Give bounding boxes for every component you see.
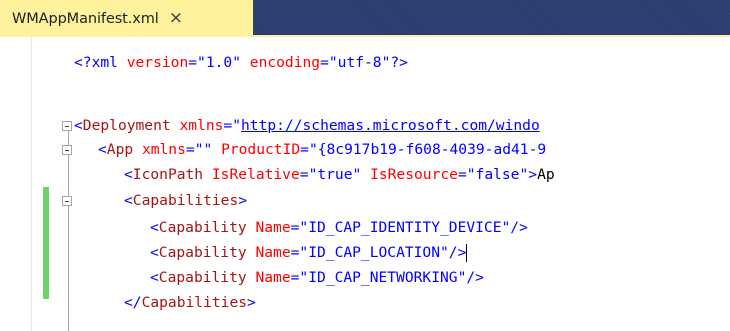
code-editor[interactable]: <?xml version="1.0" encoding="utf-8"?> <… <box>0 37 730 331</box>
code-line-capabilities-close: </Capabilities> <box>124 294 256 311</box>
code-line-app: <App xmlns="" ProductID="{8c917b19-f608-… <box>98 141 547 158</box>
code-line-capability: <Capability Name="ID_CAP_IDENTITY_DEVICE… <box>150 219 528 236</box>
text-caret <box>466 244 468 262</box>
code-line-xml-declaration: <?xml version="1.0" encoding="utf-8"?> <box>74 54 408 71</box>
tab-title: WMAppManifest.xml <box>12 10 159 27</box>
code-line-deployment: <Deployment xmlns="http://schemas.micros… <box>74 117 540 134</box>
fold-guide-line <box>68 129 69 331</box>
gutter-divider <box>31 37 32 331</box>
tab-wmappmanifest[interactable]: WMAppManifest.xml × <box>0 0 253 37</box>
fold-collapse-icon[interactable] <box>62 196 72 206</box>
change-marker <box>43 187 49 299</box>
schema-link[interactable]: http://schemas.microsoft.com/windo <box>241 117 540 134</box>
fold-collapse-icon[interactable] <box>62 145 72 155</box>
close-icon[interactable]: × <box>169 10 183 27</box>
code-line-capability: <Capability Name="ID_CAP_NETWORKING"/> <box>150 269 484 286</box>
code-line-capability: <Capability Name="ID_CAP_LOCATION"/> <box>150 244 468 262</box>
code-line-iconpath: <IconPath IsRelative="true" IsResource="… <box>124 166 555 183</box>
fold-collapse-icon[interactable] <box>62 121 72 131</box>
code-line-capabilities-open: <Capabilities> <box>124 192 248 209</box>
